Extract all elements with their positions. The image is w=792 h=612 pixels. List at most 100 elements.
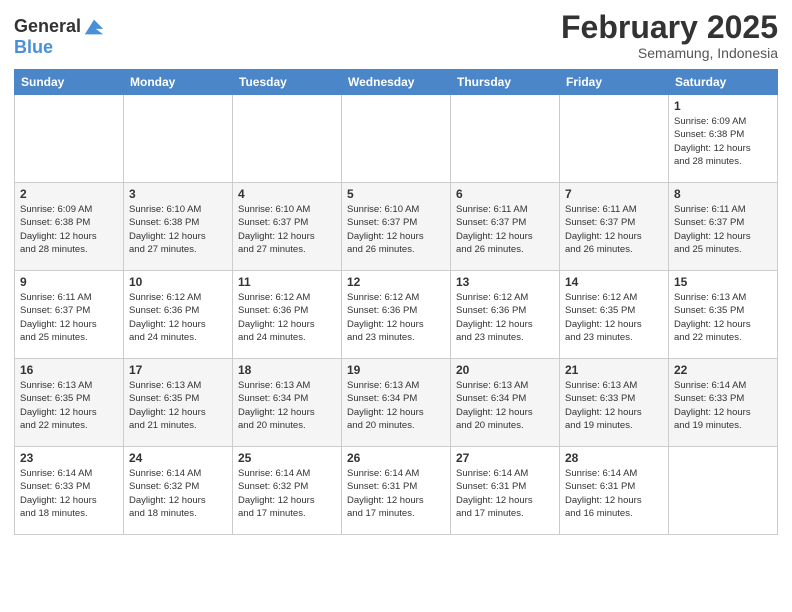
day-info: Sunrise: 6:12 AM Sunset: 6:36 PM Dayligh… (129, 291, 227, 344)
weekday-header-thursday: Thursday (451, 70, 560, 95)
calendar-cell: 13 Sunrise: 6:12 AM Sunset: 6:36 PM Dayli… (451, 271, 560, 359)
calendar-cell: 21 Sunrise: 6:13 AM Sunset: 6:33 PM Dayli… (560, 359, 669, 447)
day-number: 24 (129, 451, 227, 465)
day-info: Sunrise: 6:13 AM Sunset: 6:35 PM Dayligh… (20, 379, 118, 432)
day-info: Sunrise: 6:12 AM Sunset: 6:35 PM Dayligh… (565, 291, 663, 344)
day-number: 11 (238, 275, 336, 289)
day-number: 20 (456, 363, 554, 377)
day-info: Sunrise: 6:10 AM Sunset: 6:37 PM Dayligh… (238, 203, 336, 256)
calendar-cell: 15 Sunrise: 6:13 AM Sunset: 6:35 PM Dayli… (669, 271, 778, 359)
day-info: Sunrise: 6:13 AM Sunset: 6:33 PM Dayligh… (565, 379, 663, 432)
calendar-cell: 19 Sunrise: 6:13 AM Sunset: 6:34 PM Dayli… (342, 359, 451, 447)
day-info: Sunrise: 6:11 AM Sunset: 6:37 PM Dayligh… (565, 203, 663, 256)
calendar-cell: 2 Sunrise: 6:09 AM Sunset: 6:38 PM Daylig… (15, 183, 124, 271)
day-number: 21 (565, 363, 663, 377)
calendar-cell: 25Sunrise: 6:14 AM Sunset: 6:32 PM Dayli… (233, 447, 342, 535)
calendar-week-4: 23 Sunrise: 6:14 AM Sunset: 6:33 PM Dayli… (15, 447, 778, 535)
calendar-cell: 17 Sunrise: 6:13 AM Sunset: 6:35 PM Dayli… (124, 359, 233, 447)
month-title: February 2025 (561, 10, 778, 45)
calendar-cell: 27 Sunrise: 6:14 AM Sunset: 6:31 PM Dayli… (451, 447, 560, 535)
day-number: 10 (129, 275, 227, 289)
calendar-week-3: 16Sunrise: 6:13 AM Sunset: 6:35 PM Dayli… (15, 359, 778, 447)
title-area: February 2025 Semamung, Indonesia (561, 10, 778, 61)
day-info: Sunrise: 6:09 AM Sunset: 6:38 PM Dayligh… (674, 115, 772, 168)
day-number: 17 (129, 363, 227, 377)
day-number: 28 (565, 451, 663, 465)
calendar-cell: 6Sunrise: 6:11 AM Sunset: 6:37 PM Daylig… (451, 183, 560, 271)
day-number: 23 (20, 451, 118, 465)
day-info: Sunrise: 6:09 AM Sunset: 6:38 PM Dayligh… (20, 203, 118, 256)
calendar-cell: 22 Sunrise: 6:14 AM Sunset: 6:33 PM Dayli… (669, 359, 778, 447)
day-number: 12 (347, 275, 445, 289)
day-info: Sunrise: 6:13 AM Sunset: 6:34 PM Dayligh… (347, 379, 445, 432)
calendar: SundayMondayTuesdayWednesdayThursdayFrid… (14, 69, 778, 535)
calendar-cell: 12 Sunrise: 6:12 AM Sunset: 6:36 PM Dayli… (342, 271, 451, 359)
logo-text: General (14, 17, 81, 37)
day-number: 13 (456, 275, 554, 289)
calendar-cell: 1 Sunrise: 6:09 AM Sunset: 6:38 PM Daylig… (669, 95, 778, 183)
calendar-cell: 28 Sunrise: 6:14 AM Sunset: 6:31 PM Dayli… (560, 447, 669, 535)
day-number: 7 (565, 187, 663, 201)
weekday-header-saturday: Saturday (669, 70, 778, 95)
day-info: Sunrise: 6:14 AM Sunset: 6:31 PM Dayligh… (565, 467, 663, 520)
logo-icon (83, 16, 105, 38)
day-number: 8 (674, 187, 772, 201)
header: General Blue February 2025 Semamung, Ind… (14, 10, 778, 61)
weekday-header-sunday: Sunday (15, 70, 124, 95)
day-number: 6 (456, 187, 554, 201)
day-number: 5 (347, 187, 445, 201)
calendar-cell (451, 95, 560, 183)
weekday-header-friday: Friday (560, 70, 669, 95)
day-info: Sunrise: 6:11 AM Sunset: 6:37 PM Dayligh… (20, 291, 118, 344)
day-number: 9 (20, 275, 118, 289)
calendar-cell: 14 Sunrise: 6:12 AM Sunset: 6:35 PM Dayli… (560, 271, 669, 359)
calendar-cell: 3 Sunrise: 6:10 AM Sunset: 6:38 PM Daylig… (124, 183, 233, 271)
calendar-cell (342, 95, 451, 183)
day-info: Sunrise: 6:14 AM Sunset: 6:31 PM Dayligh… (347, 467, 445, 520)
day-info: Sunrise: 6:12 AM Sunset: 6:36 PM Dayligh… (238, 291, 336, 344)
calendar-cell (15, 95, 124, 183)
day-number: 1 (674, 99, 772, 113)
calendar-cell (124, 95, 233, 183)
day-info: Sunrise: 6:10 AM Sunset: 6:38 PM Dayligh… (129, 203, 227, 256)
calendar-cell: 9 Sunrise: 6:11 AM Sunset: 6:37 PM Daylig… (15, 271, 124, 359)
day-number: 14 (565, 275, 663, 289)
day-info: Sunrise: 6:13 AM Sunset: 6:34 PM Dayligh… (456, 379, 554, 432)
day-number: 15 (674, 275, 772, 289)
calendar-cell: 5Sunrise: 6:10 AM Sunset: 6:37 PM Daylig… (342, 183, 451, 271)
day-info: Sunrise: 6:13 AM Sunset: 6:35 PM Dayligh… (674, 291, 772, 344)
calendar-cell: 4 Sunrise: 6:10 AM Sunset: 6:37 PM Daylig… (233, 183, 342, 271)
page: General Blue February 2025 Semamung, Ind… (0, 0, 792, 549)
location: Semamung, Indonesia (561, 45, 778, 61)
weekday-header-tuesday: Tuesday (233, 70, 342, 95)
logo-text2: Blue (14, 38, 105, 58)
weekday-header-monday: Monday (124, 70, 233, 95)
day-info: Sunrise: 6:14 AM Sunset: 6:33 PM Dayligh… (674, 379, 772, 432)
calendar-cell: 8Sunrise: 6:11 AM Sunset: 6:37 PM Daylig… (669, 183, 778, 271)
calendar-cell: 26Sunrise: 6:14 AM Sunset: 6:31 PM Dayli… (342, 447, 451, 535)
calendar-cell (669, 447, 778, 535)
day-info: Sunrise: 6:13 AM Sunset: 6:35 PM Dayligh… (129, 379, 227, 432)
calendar-week-1: 2 Sunrise: 6:09 AM Sunset: 6:38 PM Daylig… (15, 183, 778, 271)
day-info: Sunrise: 6:12 AM Sunset: 6:36 PM Dayligh… (347, 291, 445, 344)
day-number: 4 (238, 187, 336, 201)
day-info: Sunrise: 6:14 AM Sunset: 6:32 PM Dayligh… (238, 467, 336, 520)
calendar-cell (233, 95, 342, 183)
calendar-cell: 18Sunrise: 6:13 AM Sunset: 6:34 PM Dayli… (233, 359, 342, 447)
day-info: Sunrise: 6:14 AM Sunset: 6:33 PM Dayligh… (20, 467, 118, 520)
day-info: Sunrise: 6:12 AM Sunset: 6:36 PM Dayligh… (456, 291, 554, 344)
day-info: Sunrise: 6:14 AM Sunset: 6:31 PM Dayligh… (456, 467, 554, 520)
calendar-cell: 10 Sunrise: 6:12 AM Sunset: 6:36 PM Dayli… (124, 271, 233, 359)
day-number: 2 (20, 187, 118, 201)
calendar-cell: 16Sunrise: 6:13 AM Sunset: 6:35 PM Dayli… (15, 359, 124, 447)
weekday-header-wednesday: Wednesday (342, 70, 451, 95)
day-number: 18 (238, 363, 336, 377)
day-number: 3 (129, 187, 227, 201)
calendar-cell: 20 Sunrise: 6:13 AM Sunset: 6:34 PM Dayli… (451, 359, 560, 447)
day-number: 19 (347, 363, 445, 377)
weekday-header-row: SundayMondayTuesdayWednesdayThursdayFrid… (15, 70, 778, 95)
calendar-cell: 11 Sunrise: 6:12 AM Sunset: 6:36 PM Dayli… (233, 271, 342, 359)
day-info: Sunrise: 6:14 AM Sunset: 6:32 PM Dayligh… (129, 467, 227, 520)
day-number: 27 (456, 451, 554, 465)
day-number: 22 (674, 363, 772, 377)
